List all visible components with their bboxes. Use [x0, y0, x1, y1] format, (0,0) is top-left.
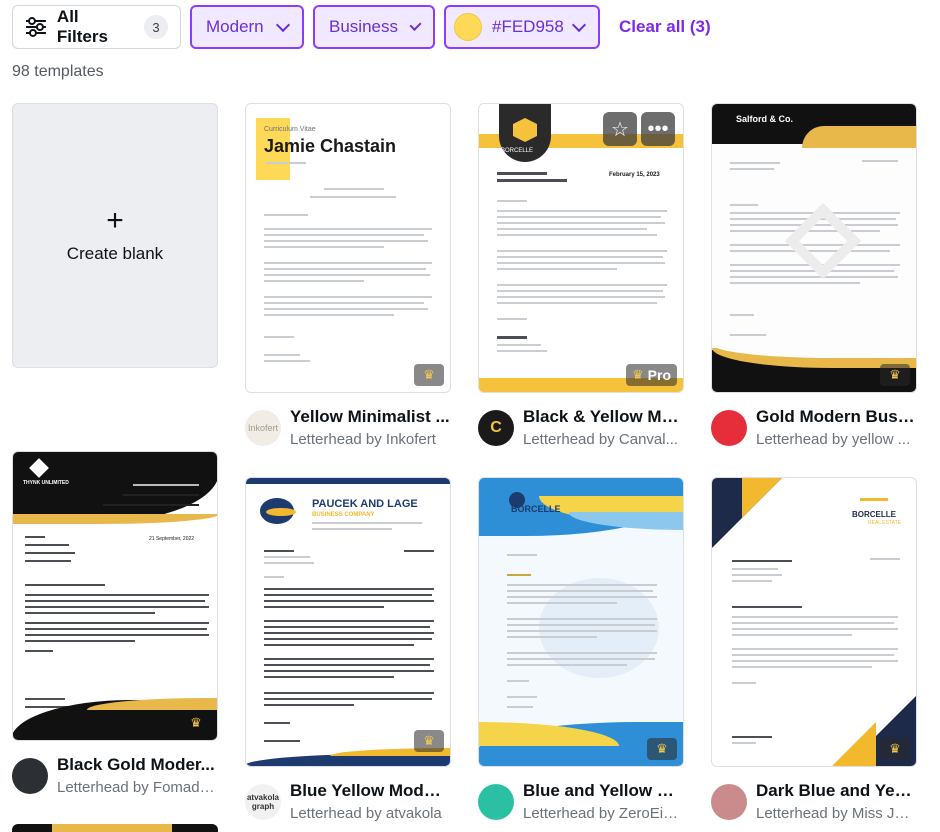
template-card[interactable]: BORCELLE REAL ESTATE ♛ Dark Blue and Yel…	[711, 477, 917, 822]
chevron-down-icon	[409, 18, 422, 31]
result-count: 98 templates	[12, 63, 104, 80]
template-card[interactable]: PAUCEK AND LAGE BUSINESS COMPANY ♛ atvak…	[245, 477, 451, 822]
filter-chip-color[interactable]: #FED958	[444, 5, 600, 49]
doc-name: Salford & Co.	[736, 114, 794, 124]
template-title[interactable]: Yellow Minimalist ...	[290, 407, 450, 427]
doc-name: BORCELLE	[501, 148, 534, 154]
doc-date: 21 September, 2022	[149, 536, 195, 542]
template-thumbnail[interactable]: PAUCEK AND LAGE BUSINESS COMPANY ♛	[245, 477, 451, 767]
sliders-icon	[25, 17, 46, 37]
crown-icon: ♛	[889, 367, 901, 382]
template-creator[interactable]: Letterhead by Miss Jel...	[756, 805, 916, 822]
all-filters-button[interactable]: All Filters 3	[12, 5, 181, 49]
filter-count-badge: 3	[144, 15, 168, 39]
premium-badge: ♛	[880, 364, 910, 386]
chevron-down-icon	[275, 17, 290, 32]
pro-label: Pro	[647, 367, 671, 383]
filter-chip-label: #FED958	[492, 17, 564, 36]
template-title[interactable]: Dark Blue and Yell...	[756, 781, 916, 801]
chevron-down-icon	[571, 17, 586, 32]
creator-avatar[interactable]	[478, 783, 514, 820]
template-creator[interactable]: Letterhead by Fomadil...	[57, 779, 217, 796]
all-filters-label: All Filters	[56, 7, 108, 46]
doc-name: BORCELLE	[511, 504, 561, 514]
template-title[interactable]: Blue Yellow Moder...	[290, 781, 450, 801]
create-blank-label: Create blank	[66, 243, 164, 263]
template-thumbnail[interactable]: BORCELLE REAL ESTATE ♛	[711, 477, 917, 767]
crown-icon: ♛	[889, 741, 901, 756]
doc-tag: REAL ESTATE	[868, 520, 901, 526]
template-thumbnail[interactable]: Curriculum Vitae Jamie Chastain ♛	[245, 103, 451, 393]
premium-badge: ♛	[414, 730, 444, 752]
crown-icon: ♛	[632, 367, 644, 382]
template-thumbnail[interactable]: BORCELLE ♛	[478, 477, 684, 767]
template-card[interactable]: THYNK UNLIMITED 21 September, 2022 ♛ Bla…	[12, 451, 218, 796]
filter-chip-modern[interactable]: Modern	[190, 5, 304, 49]
template-thumbnail[interactable]: Salford & Co. ♛	[711, 103, 917, 393]
more-options-icon[interactable]: •••	[641, 112, 675, 146]
template-creator[interactable]: Letterhead by atvakola	[290, 805, 450, 822]
doc-name: PAUCEK AND LAGE	[312, 498, 418, 510]
template-card[interactable]: Curriculum Vitae Jamie Chastain ♛ Inkofe…	[245, 103, 451, 448]
doc-name: THYNK UNLIMITED	[23, 480, 69, 486]
template-thumbnail[interactable]: THYNK UNLIMITED 21 September, 2022 ♛	[12, 451, 218, 741]
premium-badge: ♛	[414, 364, 444, 386]
crown-icon: ♛	[423, 367, 435, 382]
color-swatch	[454, 13, 482, 41]
template-title[interactable]: Gold Modern Busi...	[756, 407, 916, 427]
filter-bar: All Filters 3 Modern Business #FED958 Cl…	[12, 5, 711, 49]
template-creator[interactable]: Letterhead by ZeroEig...	[523, 805, 683, 822]
doc-tag: BUSINESS COMPANY	[312, 512, 375, 518]
filter-chip-business[interactable]: Business	[313, 5, 435, 49]
clear-all-link[interactable]: Clear all (3)	[619, 17, 711, 37]
template-card[interactable]: BORCELLE ♛ Blue and Yellow M... Letterhe…	[478, 477, 684, 822]
creator-avatar[interactable]	[12, 757, 48, 794]
template-card[interactable]: BORCELLE February 15, 2023 ☆ ••• ♛ Pro C …	[478, 103, 684, 448]
crown-icon: ♛	[190, 715, 202, 730]
creator-avatar[interactable]: Inkofert	[245, 409, 281, 446]
template-title[interactable]: Black Gold Moder...	[57, 755, 217, 775]
template-creator[interactable]: Letterhead by Canval...	[523, 431, 683, 448]
template-thumbnail[interactable]: BORCELLE February 15, 2023 ☆ ••• ♛ Pro	[478, 103, 684, 393]
template-creator[interactable]: Letterhead by yellow ...	[756, 431, 916, 448]
plus-icon: +	[106, 203, 124, 237]
crown-icon: ♛	[656, 741, 668, 756]
doc-name: Jamie Chastain	[264, 136, 397, 156]
filter-chip-label: Modern	[206, 17, 264, 36]
template-title[interactable]: Black & Yellow Mo...	[523, 407, 683, 427]
creator-avatar[interactable]	[711, 409, 747, 446]
creator-avatar[interactable]	[711, 783, 747, 820]
template-card[interactable]: Salford & Co. ♛ Gold Modern Busi... Lett…	[711, 103, 917, 448]
star-icon[interactable]: ☆	[603, 112, 637, 146]
creator-avatar[interactable]: atvakola graph	[245, 783, 281, 820]
premium-badge: ♛ Pro	[626, 364, 677, 386]
create-blank-button[interactable]: + Create blank	[12, 103, 218, 368]
filter-chip-label: Business	[329, 17, 398, 36]
premium-badge: ♛	[880, 738, 910, 760]
template-creator[interactable]: Letterhead by Inkofert	[290, 431, 450, 448]
premium-badge: ♛	[647, 738, 677, 760]
doc-date: February 15, 2023	[609, 172, 660, 178]
template-title[interactable]: Blue and Yellow M...	[523, 781, 683, 801]
doc-name: BORCELLE	[852, 510, 896, 519]
premium-badge: ♛	[181, 712, 211, 734]
crown-icon: ♛	[423, 733, 435, 748]
template-thumbnail-partial[interactable]	[12, 824, 218, 832]
doc-tag: Curriculum Vitae	[264, 126, 316, 133]
creator-avatar[interactable]: C	[478, 409, 514, 446]
